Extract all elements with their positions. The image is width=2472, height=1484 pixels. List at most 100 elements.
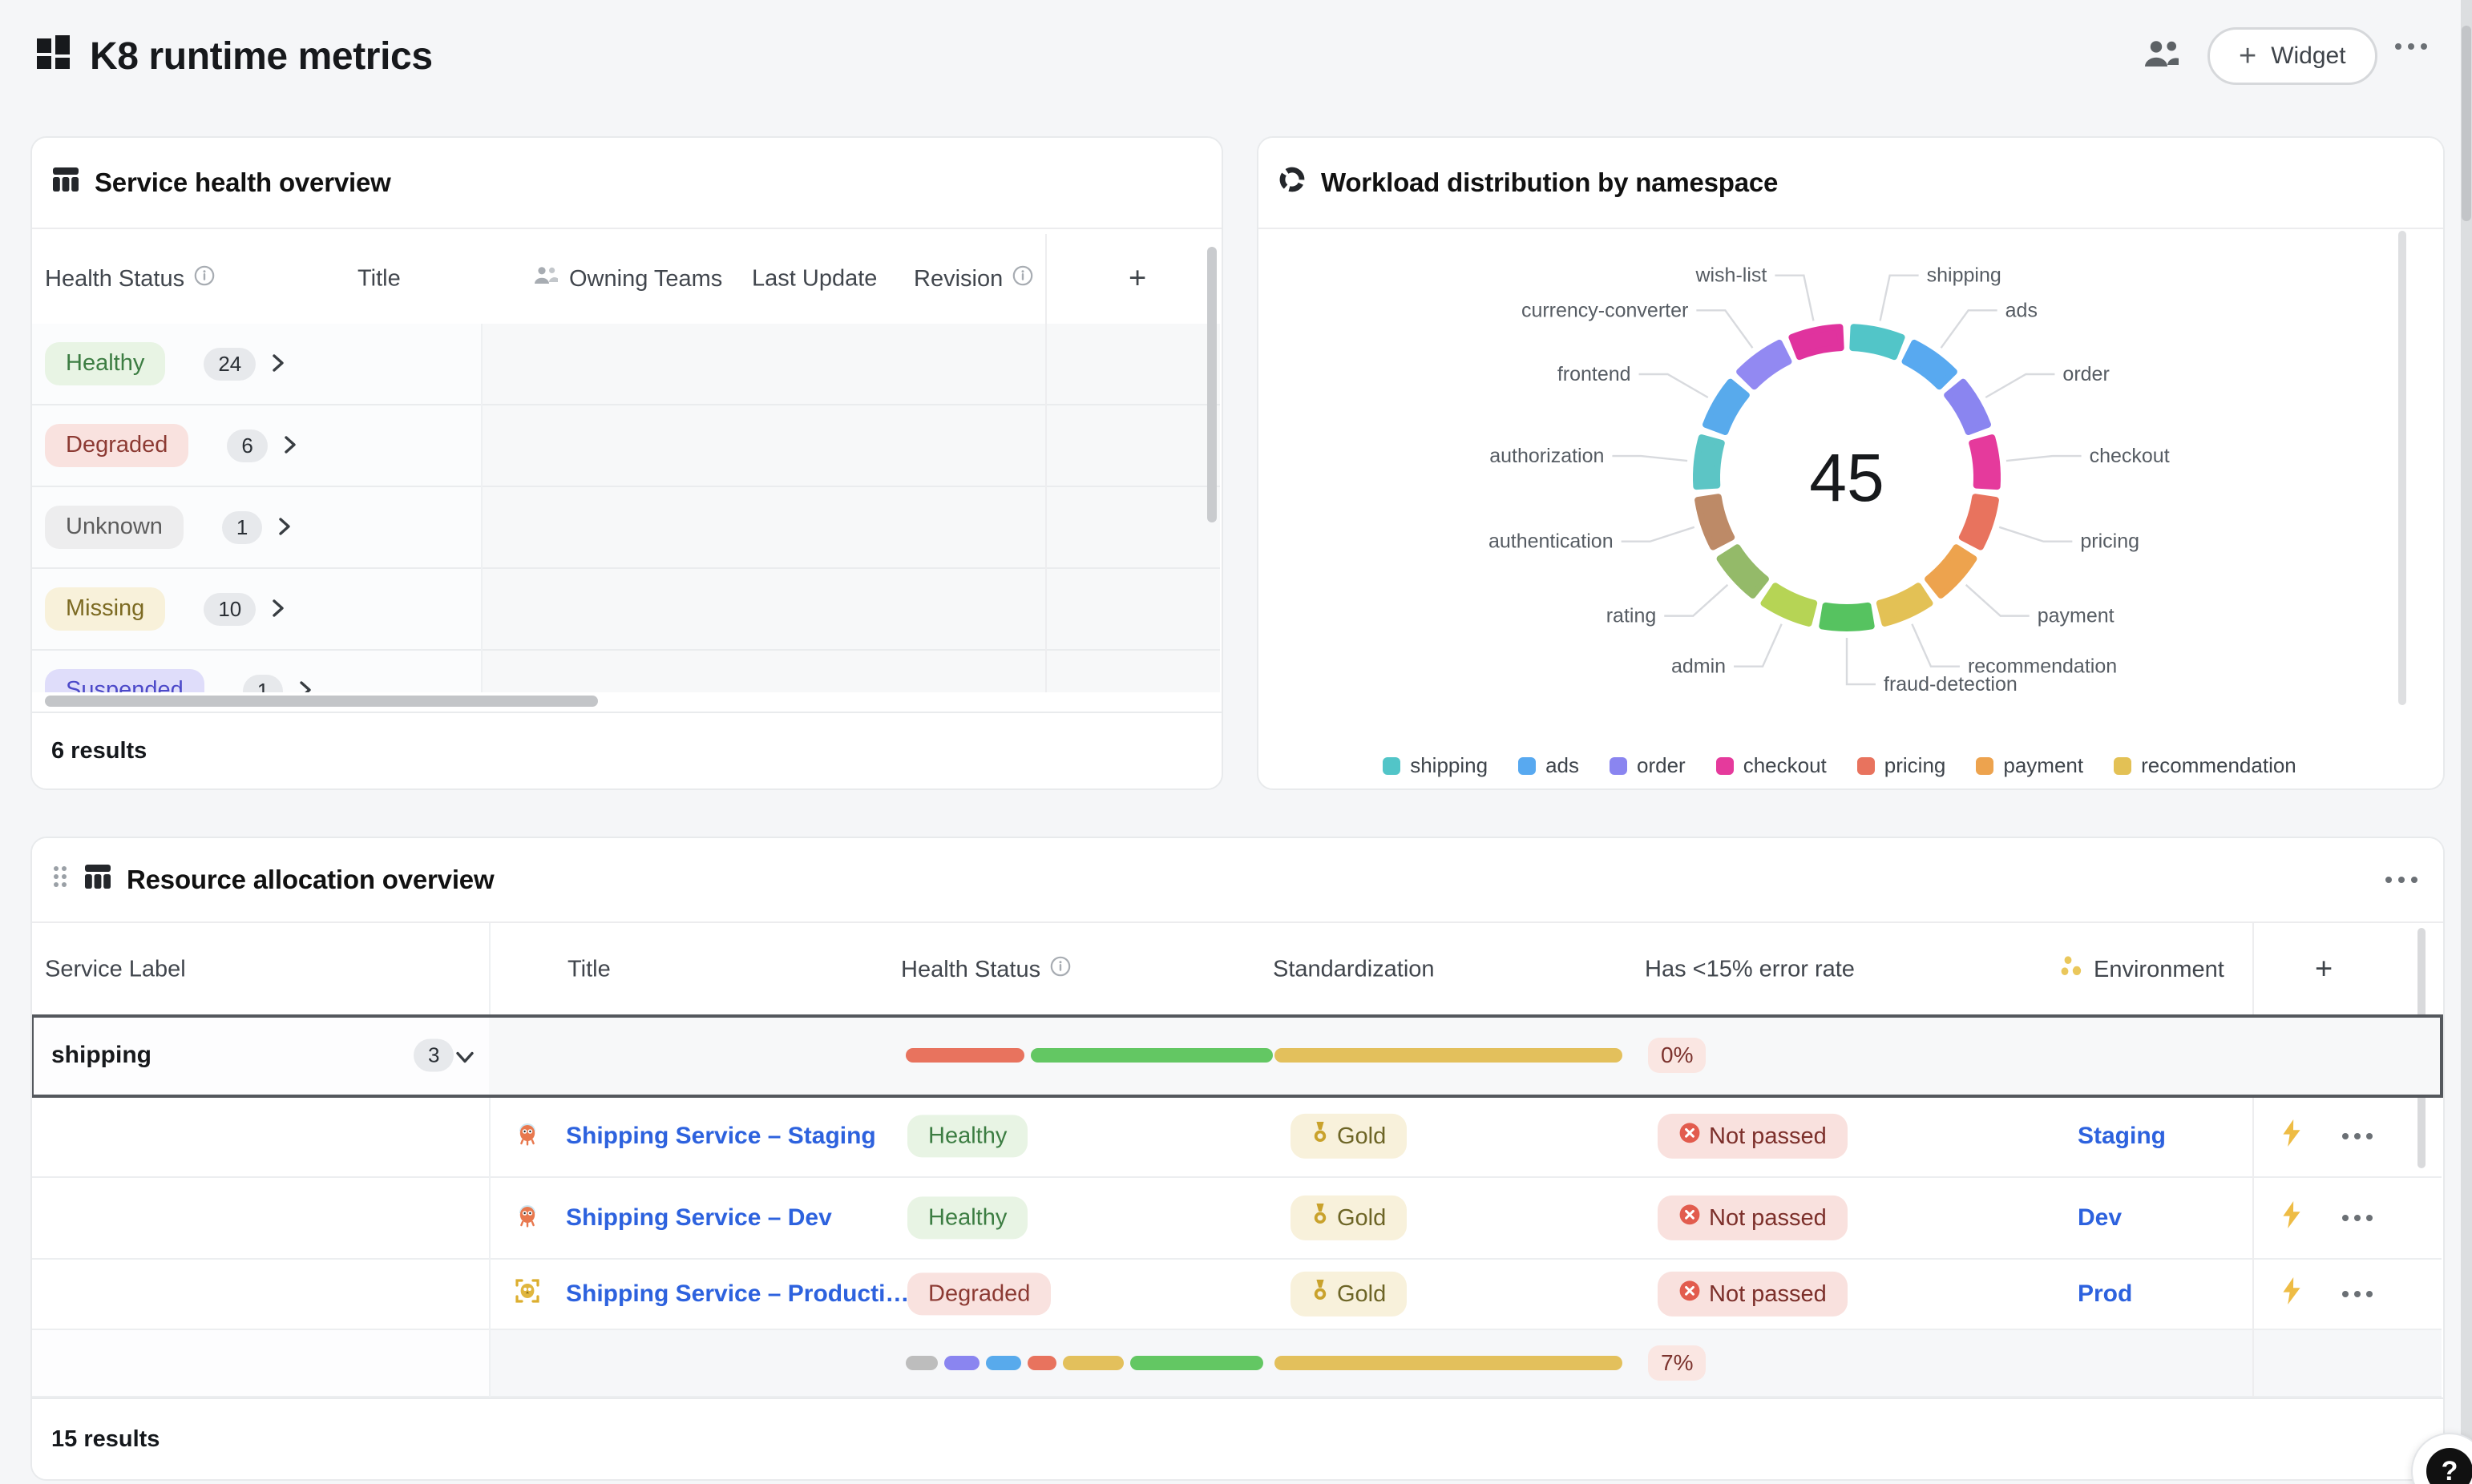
widget-title: Service health overview [95, 167, 391, 198]
donut-chart: shippingadsordercheckoutpricingpaymentre… [1258, 231, 2443, 728]
lightning-action-icon[interactable] [2281, 1119, 2302, 1153]
add-column-button[interactable]: + [1129, 262, 1146, 296]
chevron-right-icon[interactable] [284, 431, 297, 461]
vertical-scrollbar-thumb[interactable] [2398, 231, 2406, 705]
widget-title: Resource allocation overview [127, 865, 494, 895]
legend-item-shipping[interactable]: shipping [1383, 753, 1488, 778]
chevron-right-icon[interactable] [278, 513, 291, 542]
donut-segment-order[interactable] [1947, 382, 1988, 432]
service-title-link[interactable]: Shipping Service – Producti… [566, 1280, 909, 1308]
column-owning-teams[interactable]: Owning Teams [532, 265, 722, 292]
actions-column-divider [2252, 923, 2254, 1397]
legend-item-ads[interactable]: ads [1518, 753, 1579, 778]
widget-more-menu-icon[interactable] [2385, 877, 2417, 883]
vertical-scrollbar-thumb[interactable] [1207, 247, 1217, 522]
page-more-menu-icon[interactable] [2395, 43, 2427, 50]
column-last-update[interactable]: Last Update [752, 266, 877, 292]
service-health-card: Service health overview Health Status Ti… [30, 136, 1223, 790]
donut-label-line [1941, 310, 1997, 348]
legend-swatch [1383, 757, 1400, 775]
health-status-badge: Healthy [907, 1196, 1028, 1239]
legend-item-checkout[interactable]: checkout [1716, 753, 1827, 778]
donut-segment-pricing[interactable] [1962, 497, 1996, 546]
row-more-menu-icon[interactable] [2342, 1291, 2373, 1297]
column-service-label[interactable]: Service Label [45, 957, 186, 983]
donut-label-line [2006, 456, 2082, 461]
legend-item-payment[interactable]: payment [1976, 753, 2083, 778]
donut-segment-authentication[interactable] [1698, 497, 1731, 546]
page-scrollbar-thumb[interactable] [2462, 26, 2471, 221]
donut-segment-checkout[interactable] [1972, 438, 1997, 486]
donut-label-frontend: frontend [1557, 363, 1631, 385]
legend-label: ads [1545, 753, 1579, 778]
donut-label-currency-converter: currency-converter [1521, 299, 1688, 321]
donut-segment-ads[interactable] [1905, 343, 1954, 386]
service-title-link[interactable]: Shipping Service – Staging [566, 1123, 876, 1150]
donut-segment-shipping[interactable] [1852, 327, 1901, 357]
status-badge: Degraded [45, 424, 188, 466]
table-row[interactable]: Missing 10 [32, 569, 1220, 651]
row-more-menu-icon[interactable] [2342, 1133, 2373, 1139]
lightning-action-icon[interactable] [2281, 1201, 2302, 1235]
donut-label-line [1775, 276, 1813, 321]
service-title-link[interactable]: Shipping Service – Dev [566, 1204, 832, 1232]
donut-segment-payment[interactable] [1928, 547, 1973, 595]
table-row[interactable]: Degraded 6 [32, 405, 1220, 487]
workload-distribution-card: Workload distribution by namespace shipp… [1257, 136, 2445, 790]
share-users-icon[interactable] [2142, 38, 2182, 77]
donut-segment-fraud-detection[interactable] [1822, 606, 1871, 628]
table-row[interactable]: Shipping Service – Producti… Degraded Go… [32, 1260, 2442, 1330]
error-rate-badge: 0% [1648, 1038, 1706, 1073]
column-error-rate[interactable]: Has <15% error rate [1645, 957, 1855, 983]
legend-item-order[interactable]: order [1610, 753, 1686, 778]
donut-label-authentication: authentication [1488, 530, 1614, 553]
donut-segment-admin[interactable] [1764, 586, 1815, 623]
donut-segment-wish-list[interactable] [1791, 327, 1840, 357]
environment-link[interactable]: Prod [2078, 1280, 2132, 1308]
table-icon [83, 863, 112, 897]
table-row[interactable]: Shipping Service – Dev Healthy Gold Not … [32, 1178, 2442, 1260]
chevron-right-icon[interactable] [299, 676, 312, 693]
donut-segment-frontend[interactable] [1706, 382, 1747, 432]
health-distribution-bar [906, 1048, 1273, 1063]
column-standardization[interactable]: Standardization [1273, 957, 1435, 983]
donut-segment-authorization[interactable] [1696, 438, 1722, 486]
donut-segment-currency-converter[interactable] [1739, 343, 1788, 386]
page-scrollbar-track[interactable] [2461, 0, 2472, 1484]
chevron-right-icon[interactable] [272, 595, 285, 624]
column-health-status[interactable]: Health Status [901, 956, 1071, 983]
info-icon[interactable] [1050, 956, 1071, 983]
legend-label: order [1637, 753, 1686, 778]
row-more-menu-icon[interactable] [2342, 1215, 2373, 1221]
info-icon[interactable] [1012, 265, 1033, 292]
standardization-bar [1274, 1356, 1622, 1370]
table-row[interactable]: Unknown 1 [32, 487, 1220, 569]
donut-segment-recommendation[interactable] [1880, 586, 1930, 623]
table-row[interactable]: Healthy 24 [32, 324, 1220, 405]
group-summary-row[interactable]: 7% [32, 1330, 2442, 1397]
chevron-right-icon[interactable] [272, 349, 285, 379]
column-environment[interactable]: Environment [2060, 956, 2224, 983]
group-row-shipping[interactable]: shipping 3 0% [32, 1016, 2442, 1096]
lightning-action-icon[interactable] [2281, 1277, 2302, 1311]
add-widget-button[interactable]: + Widget [2207, 27, 2377, 85]
drag-handle-icon[interactable] [51, 863, 69, 897]
environment-link[interactable]: Staging [2078, 1123, 2166, 1150]
legend-item-recommendation[interactable]: recommendation [2114, 753, 2296, 778]
donut-segment-rating[interactable] [1720, 547, 1766, 595]
horizontal-scrollbar-thumb[interactable] [45, 696, 598, 707]
column-divider [1045, 234, 1047, 692]
column-revision[interactable]: Revision [914, 265, 1033, 292]
table-row[interactable]: Shipping Service – Staging Healthy Gold … [32, 1096, 2442, 1178]
column-health-status[interactable]: Health Status [45, 265, 215, 292]
legend-item-pricing[interactable]: pricing [1857, 753, 1946, 778]
table-row[interactable]: Suspended 1 [32, 651, 1220, 692]
add-column-button[interactable]: + [2315, 953, 2333, 987]
column-title[interactable]: Title [568, 957, 611, 983]
environment-link[interactable]: Dev [2078, 1204, 2122, 1232]
column-title[interactable]: Title [357, 266, 401, 292]
info-icon[interactable] [194, 265, 215, 292]
legend-swatch [1976, 757, 1993, 775]
results-count: 15 results [51, 1426, 160, 1453]
chevron-down-icon[interactable] [455, 1041, 475, 1071]
